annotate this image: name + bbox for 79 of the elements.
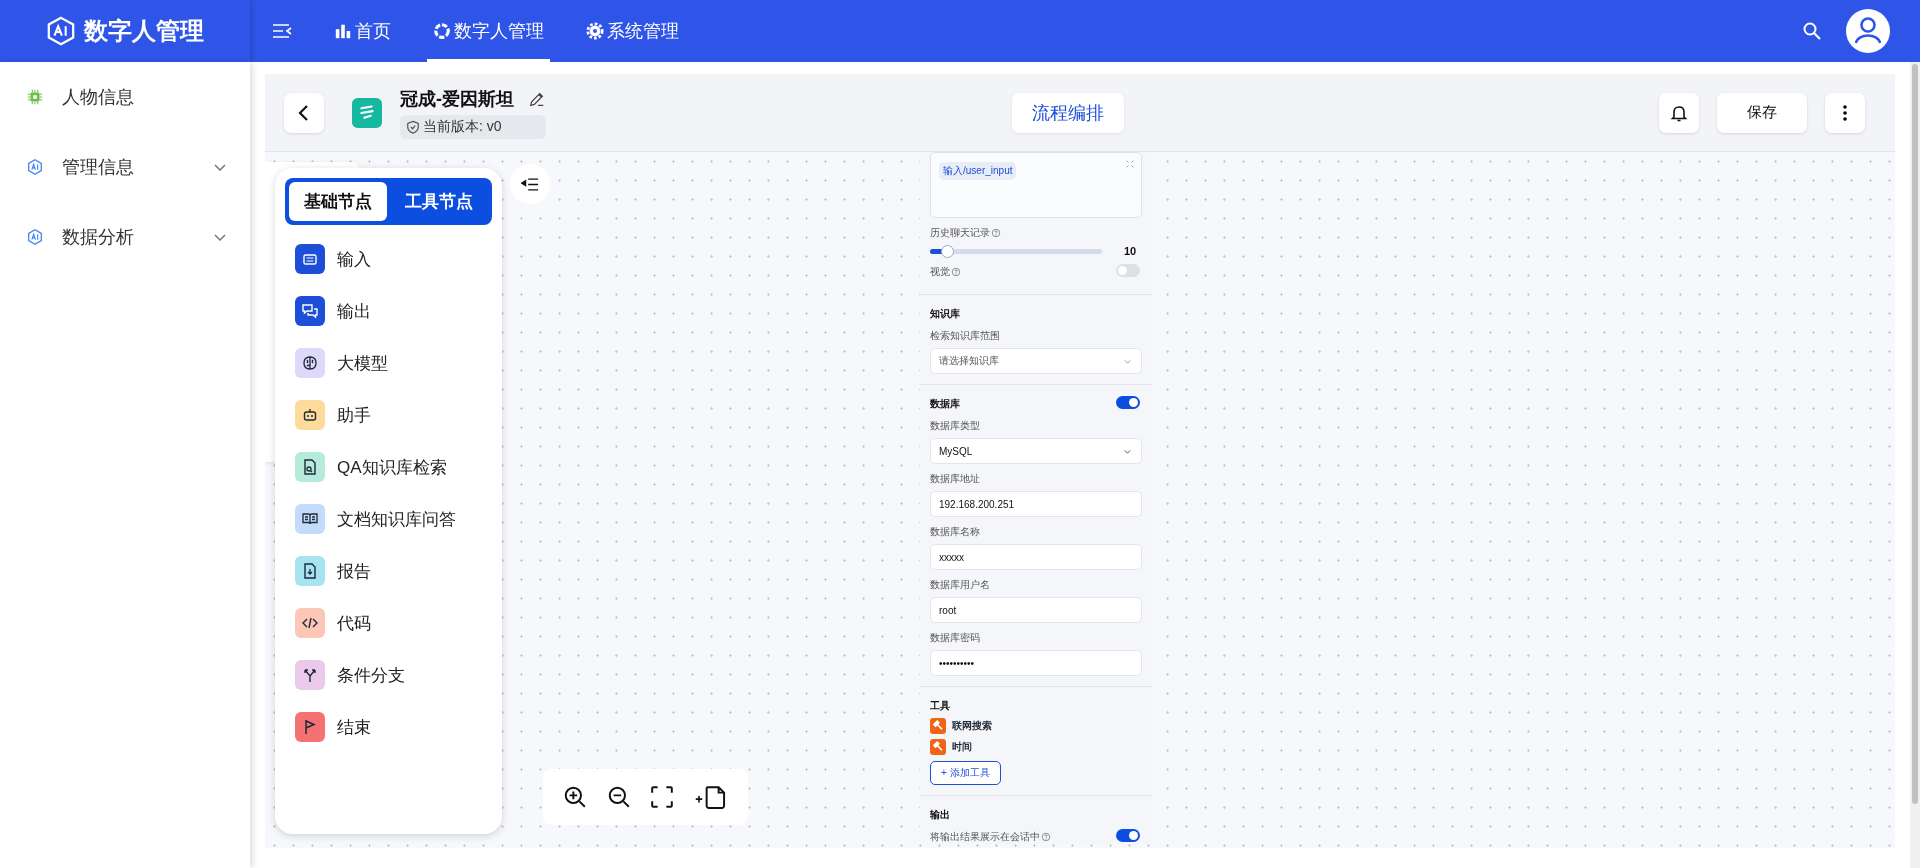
node-item[interactable]: 文档知识库问答 [295, 493, 492, 545]
scrollbar-thumb[interactable] [1912, 64, 1918, 804]
ai-hexagon-icon [26, 158, 44, 176]
prompt-field[interactable]: 输入/user_input [930, 152, 1142, 218]
node-item[interactable]: 大模型 [295, 337, 492, 389]
field-label: 将输出结果展示在会话中 [930, 830, 1040, 844]
input-field[interactable]: root [930, 597, 1142, 623]
field-label: 历史聊天记录 [930, 226, 990, 240]
node-item[interactable]: 输入 [295, 233, 492, 285]
node-item[interactable]: 报告 [295, 545, 492, 597]
nav-tab[interactable]: 系统管理 [580, 0, 685, 62]
collapse-list-icon [521, 176, 539, 192]
node-type-tab[interactable]: 工具节点 [390, 182, 488, 221]
flow-logo-icon [352, 97, 382, 128]
slider-value: 10 [1124, 245, 1138, 257]
variable-tag: 输入/user_input [939, 162, 1017, 180]
save-button[interactable]: 保存 [1717, 92, 1807, 133]
section-title: 知识库 [930, 307, 961, 321]
aperture-icon [433, 22, 451, 40]
sidebar-item[interactable]: 人物信息 [0, 62, 250, 132]
node-item[interactable]: 结束 [295, 701, 492, 753]
sidebar-item[interactable]: 管理信息 [0, 132, 250, 202]
menu-icon[interactable] [272, 23, 292, 39]
input-field[interactable]: 192.168.200.251 [930, 491, 1142, 517]
notification-button[interactable] [1659, 92, 1699, 133]
hammer-icon [930, 739, 946, 755]
toggle-switch[interactable] [1116, 264, 1140, 277]
section-title: 工具 [930, 699, 951, 713]
version-badge: 当前版本: v0 [400, 114, 546, 139]
node-item[interactable]: 代码 [295, 597, 492, 649]
node-item[interactable]: 输出 [295, 285, 492, 337]
field-label: 数据库类型 [930, 419, 980, 433]
input-field[interactable]: xxxxx [930, 544, 1142, 570]
ai-hexagon-icon [46, 15, 76, 47]
field-label: 视觉 [930, 265, 950, 279]
bar-chart-icon [334, 22, 352, 40]
scrollbar[interactable] [1910, 62, 1920, 868]
tool-name: 时间 [952, 740, 972, 754]
app-title: 数字人管理 [84, 16, 204, 46]
search-icon[interactable] [1802, 21, 1822, 41]
avatar-icon[interactable] [1846, 9, 1890, 53]
knowledge-select[interactable]: 请选择知识库 [930, 348, 1142, 374]
zoom-out-icon[interactable] [606, 785, 631, 809]
sidebar-item[interactable]: 数据分析 [0, 202, 250, 272]
ai-hexagon-icon [26, 228, 44, 246]
flow-edit-button[interactable]: 流程编排 [1011, 92, 1124, 133]
node-type-tab[interactable]: 基础节点 [289, 182, 387, 221]
collapse-button[interactable] [510, 164, 550, 204]
toggle-switch[interactable] [1116, 829, 1140, 842]
flow-title: 冠成-爱因斯坦 [400, 87, 514, 111]
hammer-icon [930, 718, 946, 734]
toggle-switch[interactable] [1116, 395, 1140, 409]
help-icon [1041, 832, 1051, 842]
help-icon [951, 267, 961, 277]
node-item[interactable]: 条件分支 [295, 649, 492, 701]
field-label: 数据库地址 [930, 472, 980, 486]
field-label: 检索知识库范围 [930, 329, 1000, 343]
node-item[interactable]: QA知识库检索 [295, 441, 492, 493]
field-label: 数据库用户名 [930, 578, 990, 592]
section-title: 输出 [930, 808, 951, 822]
field-label: 数据库名称 [930, 525, 980, 539]
gear-icon [586, 22, 604, 40]
node-item[interactable]: 助手 [295, 389, 492, 441]
expand-icon [1125, 159, 1135, 169]
nav-tab[interactable]: 首页 [328, 0, 397, 62]
select-field[interactable]: MySQL [930, 438, 1142, 464]
zoom-in-icon[interactable] [562, 785, 587, 809]
more-icon [1843, 104, 1847, 121]
tool-name: 联网搜索 [952, 719, 992, 733]
section-title: 数据库 [930, 397, 960, 411]
add-tool-button[interactable]: + 添加工具 [930, 761, 1001, 785]
fit-view-icon[interactable] [650, 785, 675, 809]
help-icon [991, 228, 1001, 238]
chip-icon [26, 88, 44, 106]
field-label: 数据库密码 [930, 631, 980, 645]
back-button[interactable] [284, 92, 324, 133]
more-button[interactable] [1825, 92, 1865, 133]
slider-thumb[interactable] [941, 244, 955, 258]
input-field[interactable]: •••••••••• [930, 650, 1142, 676]
